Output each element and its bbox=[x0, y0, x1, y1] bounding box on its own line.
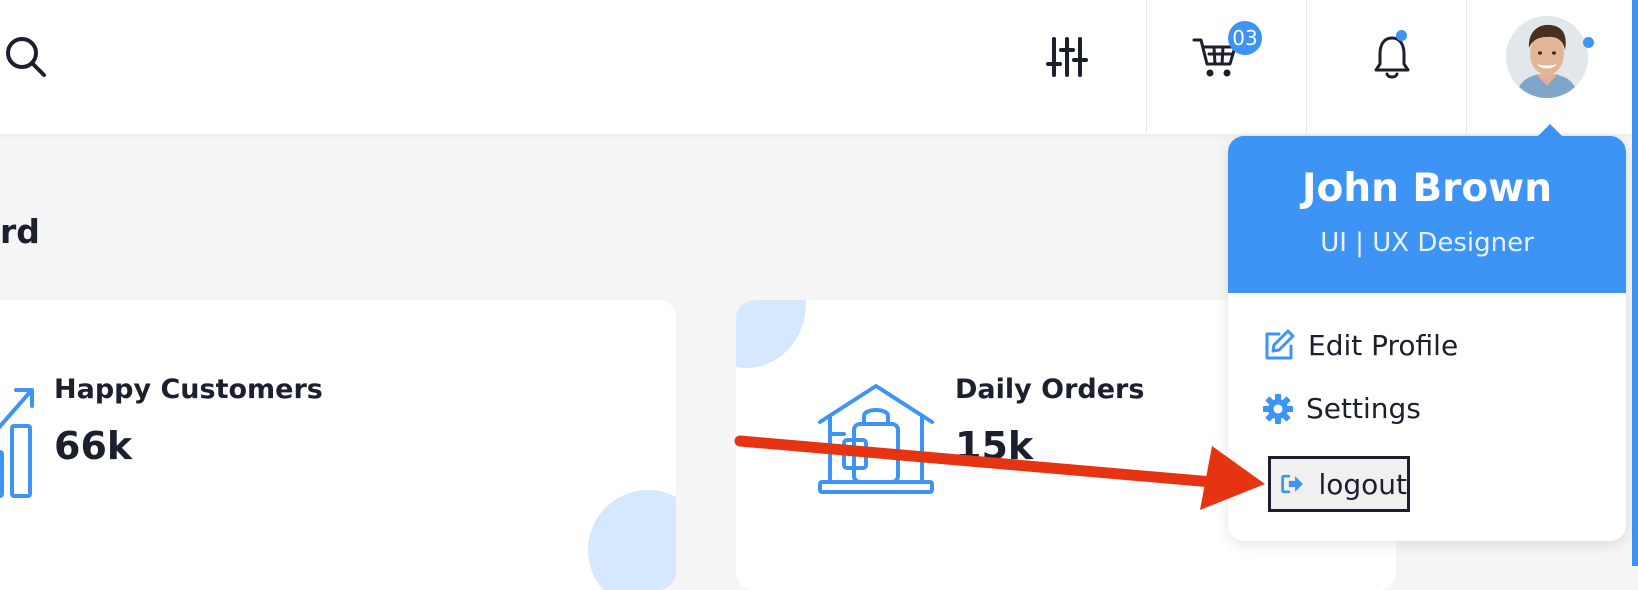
notification-dot bbox=[1396, 30, 1407, 41]
decorative-circle bbox=[736, 300, 806, 368]
search-button[interactable] bbox=[2, 33, 50, 81]
profile-header: John Brown UI | UX Designer bbox=[1228, 136, 1626, 293]
stat-value: 15k bbox=[955, 424, 1034, 468]
decorative-circle bbox=[588, 490, 676, 590]
cart-count-badge: 03 bbox=[1228, 21, 1262, 55]
nav-divider bbox=[1306, 0, 1307, 134]
stat-value: 66k bbox=[54, 424, 133, 468]
growth-chart-icon bbox=[0, 388, 34, 498]
menu-item-label: logout bbox=[1318, 467, 1407, 501]
search-icon bbox=[6, 37, 46, 77]
profile-name: John Brown bbox=[1302, 166, 1552, 211]
stat-label: Daily Orders bbox=[955, 374, 1145, 405]
notifications-button[interactable] bbox=[1372, 34, 1412, 80]
menu-item-settings[interactable]: Settings bbox=[1262, 392, 1421, 425]
online-status-dot bbox=[1583, 37, 1594, 48]
bell-icon bbox=[1374, 36, 1410, 79]
filter-button[interactable] bbox=[1046, 36, 1088, 78]
gear-icon bbox=[1263, 393, 1293, 424]
sidebar-edge bbox=[1632, 0, 1638, 566]
page-title: rd bbox=[0, 212, 40, 251]
sign-out-icon bbox=[1281, 474, 1303, 494]
sliders-icon bbox=[1046, 37, 1088, 77]
menu-item-edit-profile[interactable]: Edit Profile bbox=[1262, 328, 1458, 362]
user-photo bbox=[1506, 16, 1588, 98]
top-navbar: 03 bbox=[0, 0, 1638, 134]
menu-item-label: Settings bbox=[1306, 392, 1421, 425]
stat-card-happy-customers: Happy Customers 66k bbox=[0, 300, 676, 590]
nav-divider bbox=[1146, 0, 1147, 134]
house-bag-icon bbox=[818, 384, 934, 494]
edit-icon bbox=[1265, 329, 1295, 360]
menu-item-logout[interactable]: logout bbox=[1268, 456, 1410, 512]
stat-label: Happy Customers bbox=[54, 374, 323, 405]
menu-item-label: Edit Profile bbox=[1308, 328, 1459, 362]
profile-role: UI | UX Designer bbox=[1320, 228, 1534, 258]
profile-dropdown: John Brown UI | UX Designer Edit Profile bbox=[1228, 136, 1626, 541]
nav-divider bbox=[1466, 0, 1467, 134]
avatar[interactable] bbox=[1506, 16, 1588, 98]
